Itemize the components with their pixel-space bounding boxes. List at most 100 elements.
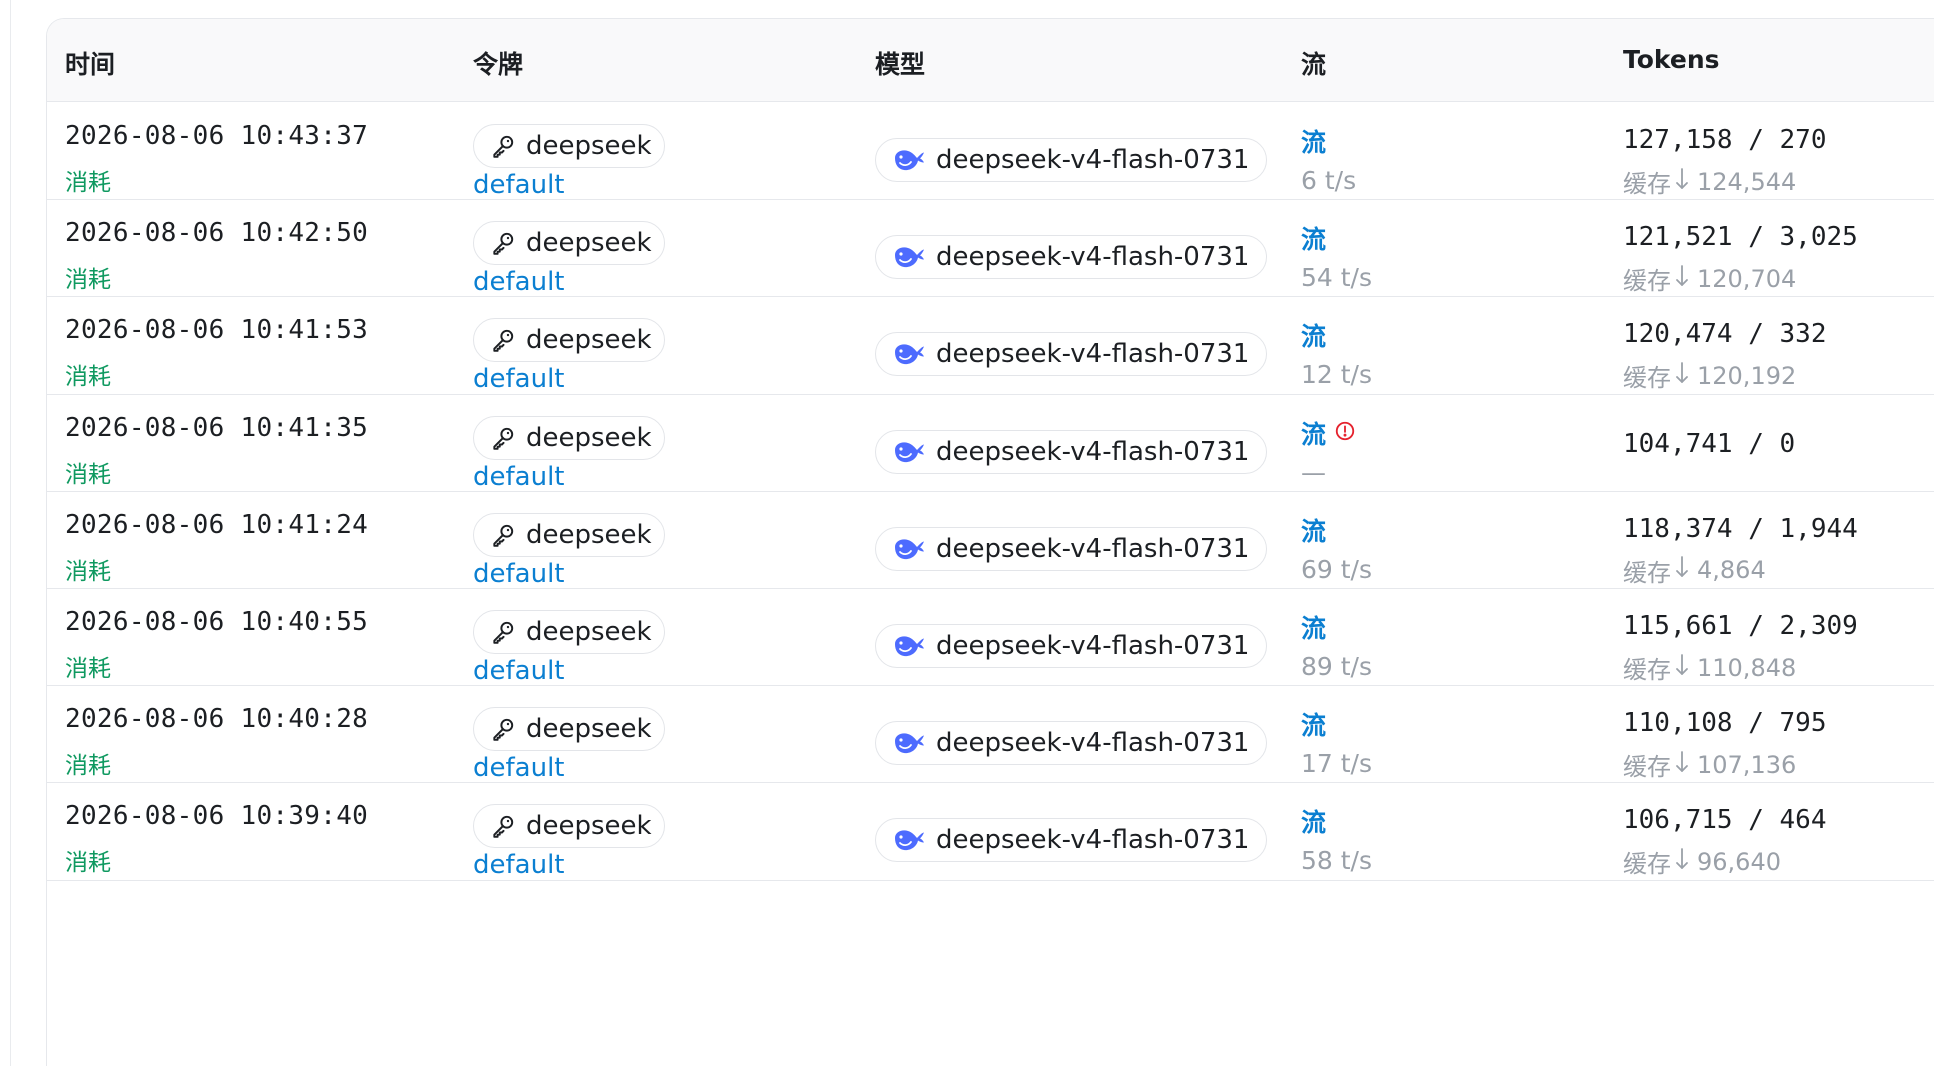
- cache-line: 缓存 110,848: [1623, 650, 1858, 685]
- model-name: deepseek-v4-flash-0731: [936, 825, 1250, 856]
- log-type-label: 消耗: [65, 656, 111, 682]
- timestamp: 2026-08-06 10:40:55: [65, 607, 369, 637]
- arrow-down-icon: [1675, 167, 1689, 197]
- token-tag[interactable]: deepseek: [473, 221, 665, 266]
- arrow-down-icon: [1675, 361, 1689, 391]
- model-cell: deepseek-v4-flash-0731: [875, 526, 1267, 571]
- time-cell: 2026-08-06 10:41:35 消耗: [65, 413, 368, 489]
- table-row[interactable]: 2026-08-06 10:41:35 消耗 deepseek default: [47, 394, 1934, 492]
- table-row[interactable]: 2026-08-06 10:41:24 消耗 deepseek default: [47, 491, 1934, 589]
- column-header-time[interactable]: 时间: [65, 45, 115, 81]
- model-cell: deepseek-v4-flash-0731: [875, 332, 1267, 377]
- tokens-cell: 120,474 / 332 缓存 120,192: [1623, 316, 1827, 393]
- time-cell: 2026-08-06 10:40:28 消耗: [65, 704, 368, 780]
- token-tag[interactable]: deepseek: [473, 318, 665, 363]
- cache-value: 4,864: [1697, 556, 1766, 585]
- deepseek-whale-icon: [892, 535, 926, 563]
- tokens-cell: 121,521 / 3,025 缓存 120,704: [1623, 219, 1858, 296]
- key-icon: [490, 327, 516, 353]
- cache-label: 缓存: [1623, 170, 1671, 198]
- speed-value: 58 t/s: [1301, 846, 1373, 876]
- alert-circle-icon[interactable]: [1334, 420, 1356, 446]
- stream-cell: 流 17 t/s: [1301, 707, 1372, 778]
- model-name: deepseek-v4-flash-0731: [936, 533, 1250, 564]
- token-count: 115,661 / 2,309: [1623, 611, 1858, 641]
- model-tag[interactable]: deepseek-v4-flash-0731: [875, 138, 1267, 182]
- deepseek-whale-icon: [892, 146, 926, 174]
- table-row[interactable]: 2026-08-06 10:41:53 消耗 deepseek default: [47, 296, 1934, 395]
- group-label[interactable]: default: [473, 850, 665, 880]
- table-row[interactable]: 2026-08-06 10:40:28 消耗 deepseek default: [47, 685, 1934, 784]
- usage-log-table: 时间 令牌 模型 流 Tokens 费 2026-08-06 10:43:37 …: [46, 18, 1934, 1066]
- deepseek-whale-icon: [892, 340, 926, 368]
- tokens-cell: 104,741 / 0: [1623, 426, 1795, 462]
- model-cell: deepseek-v4-flash-0731: [875, 235, 1267, 280]
- model-tag[interactable]: deepseek-v4-flash-0731: [875, 721, 1267, 766]
- token-tag[interactable]: deepseek: [473, 124, 665, 168]
- token-tag[interactable]: deepseek: [473, 804, 665, 849]
- log-type-label: 消耗: [65, 461, 111, 488]
- speed-value: 12 t/s: [1301, 360, 1373, 390]
- column-header-token[interactable]: 令牌: [473, 45, 523, 81]
- model-name: deepseek-v4-flash-0731: [936, 339, 1250, 370]
- token-tag[interactable]: deepseek: [473, 610, 665, 654]
- token-name: deepseek: [526, 617, 652, 647]
- column-header-tokens[interactable]: Tokens: [1623, 45, 1720, 74]
- key-icon: [490, 425, 516, 451]
- table-row[interactable]: 2026-08-06 10:39:40 消耗 deepseek default: [47, 782, 1934, 881]
- key-icon: [490, 230, 516, 256]
- token-count: 127,158 / 270: [1623, 125, 1827, 155]
- deepseek-whale-icon: [892, 438, 926, 466]
- token-tag[interactable]: deepseek: [473, 707, 665, 752]
- arrow-down-icon: [1675, 264, 1689, 294]
- model-tag[interactable]: deepseek-v4-flash-0731: [875, 235, 1267, 280]
- group-label[interactable]: default: [473, 753, 665, 783]
- timestamp: 2026-08-06 10:41:35: [65, 412, 369, 443]
- token-cell: deepseek default: [473, 512, 665, 589]
- tokens-cell: 115,661 / 2,309 缓存 110,848: [1623, 608, 1858, 685]
- speed-value: 89 t/s: [1301, 652, 1373, 681]
- stream-tag: 流: [1301, 711, 1327, 741]
- group-label[interactable]: default: [473, 656, 665, 686]
- table-row[interactable]: 2026-08-06 10:42:50 消耗 deepseek default: [47, 199, 1934, 298]
- table-header: 时间 令牌 模型 流 Tokens 费: [47, 19, 1934, 102]
- table-row[interactable]: 2026-08-06 10:43:37 消耗 deepseek default: [47, 102, 1934, 201]
- model-cell: deepseek-v4-flash-0731: [875, 818, 1267, 863]
- model-name: deepseek-v4-flash-0731: [936, 631, 1250, 661]
- token-tag[interactable]: deepseek: [473, 512, 665, 557]
- model-tag[interactable]: deepseek-v4-flash-0731: [875, 526, 1267, 571]
- stream-cell: 流 89 t/s: [1301, 610, 1372, 681]
- timestamp: 2026-08-06 10:41:53: [65, 315, 369, 346]
- model-cell: deepseek-v4-flash-0731: [875, 624, 1267, 668]
- table-row[interactable]: 2026-08-06 10:40:55 消耗 deepseek default: [47, 588, 1934, 687]
- cache-label: 缓存: [1623, 558, 1671, 587]
- arrow-down-icon: [1675, 750, 1689, 780]
- key-icon: [490, 522, 516, 548]
- group-label[interactable]: default: [473, 462, 665, 492]
- model-tag[interactable]: deepseek-v4-flash-0731: [875, 818, 1267, 863]
- token-name: deepseek: [526, 519, 652, 550]
- model-tag[interactable]: deepseek-v4-flash-0731: [875, 332, 1267, 377]
- group-label[interactable]: default: [473, 170, 665, 200]
- group-label[interactable]: default: [473, 364, 665, 394]
- stream-tag: 流: [1301, 516, 1327, 546]
- stream-tag: 流: [1301, 614, 1327, 643]
- stream-tag: 流: [1301, 322, 1327, 352]
- token-cell: deepseek default: [473, 415, 665, 492]
- speed-value: 69 t/s: [1301, 554, 1373, 584]
- token-tag[interactable]: deepseek: [473, 415, 665, 460]
- model-tag[interactable]: deepseek-v4-flash-0731: [875, 624, 1267, 668]
- stream-cell: 流 12 t/s: [1301, 318, 1372, 389]
- time-cell: 2026-08-06 10:39:40 消耗: [65, 801, 368, 877]
- group-label[interactable]: default: [473, 559, 665, 589]
- column-header-stream[interactable]: 流: [1301, 45, 1326, 81]
- token-cell: deepseek default: [473, 804, 665, 880]
- column-header-model[interactable]: 模型: [875, 45, 925, 81]
- token-count: 110,108 / 795: [1623, 708, 1827, 739]
- model-tag[interactable]: deepseek-v4-flash-0731: [875, 429, 1267, 474]
- group-label[interactable]: default: [473, 267, 665, 297]
- log-type-label: 消耗: [65, 267, 111, 294]
- token-count: 118,374 / 1,944: [1623, 513, 1858, 544]
- cache-label: 缓存: [1623, 656, 1671, 684]
- cache-value: 96,640: [1697, 847, 1781, 876]
